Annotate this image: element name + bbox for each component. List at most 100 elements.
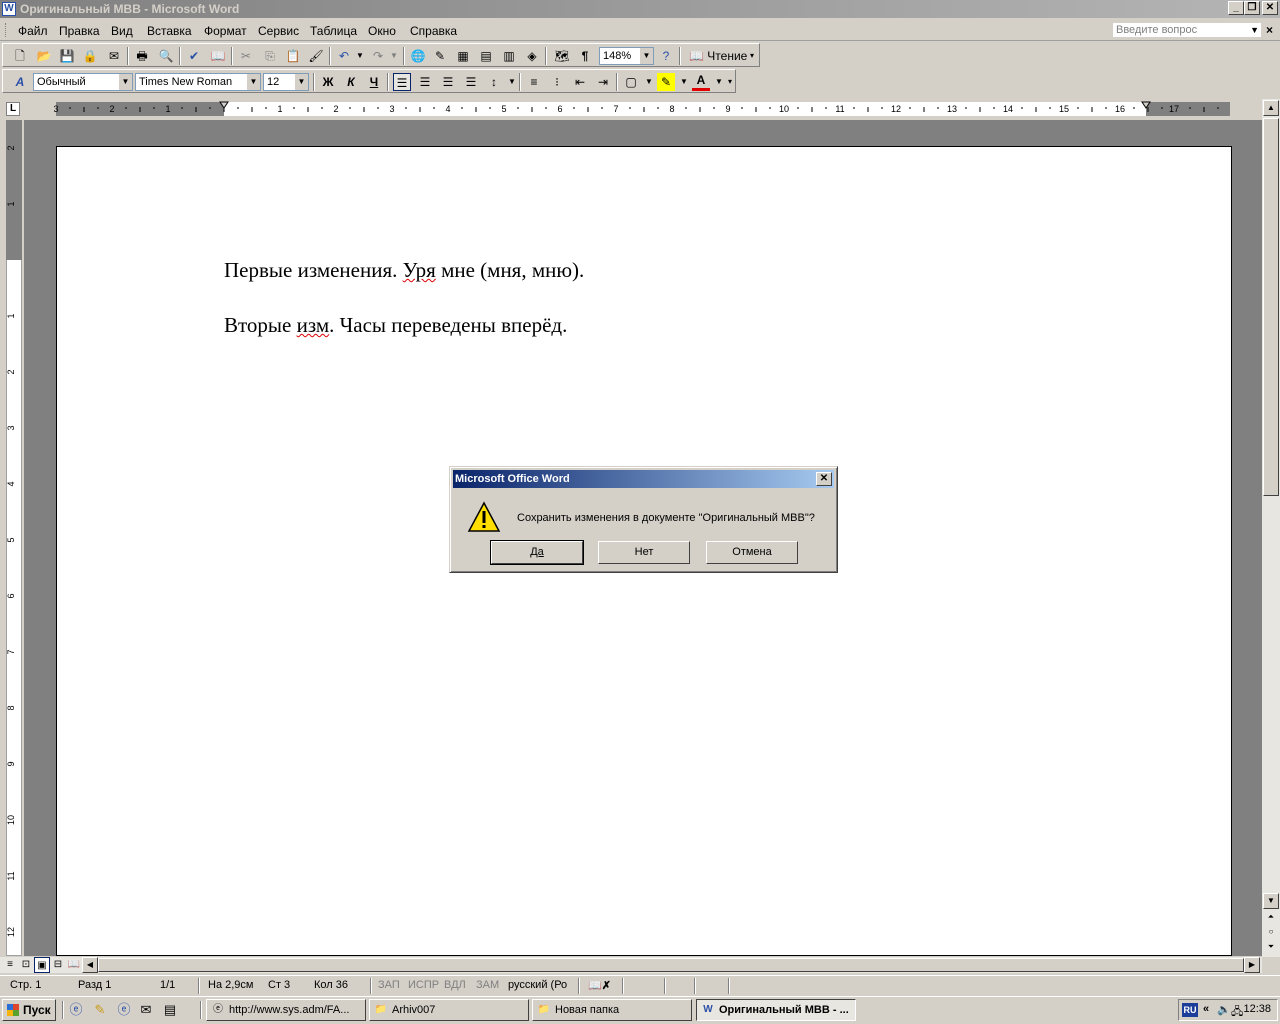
tables-borders-icon[interactable]: ✎: [431, 47, 449, 65]
status-overtype[interactable]: ЗАМ: [476, 979, 499, 991]
styles-icon[interactable]: A: [11, 73, 29, 91]
bullets-icon[interactable]: ⁝: [548, 73, 566, 91]
insert-excel-icon[interactable]: ▤: [477, 47, 495, 65]
style-select[interactable]: Обычный ▼: [33, 73, 133, 91]
web-layout-icon[interactable]: ⊡: [18, 957, 34, 973]
menu-window[interactable]: Окно: [368, 24, 396, 38]
scroll-up-button[interactable]: ▲: [1263, 100, 1279, 116]
network-icon[interactable]: 🖧: [1231, 1003, 1243, 1022]
vertical-scroll-thumb[interactable]: [1263, 118, 1279, 496]
language-indicator[interactable]: RU: [1182, 1003, 1198, 1017]
line-spacing-icon[interactable]: ↕: [485, 73, 503, 91]
status-track-changes[interactable]: ИСПР: [408, 979, 439, 991]
chevron-down-icon[interactable]: ▼: [247, 74, 260, 90]
toolbar-options-icon[interactable]: ▾: [747, 47, 757, 65]
document-paragraph-2[interactable]: Вторые изм. Часы переведены вперёд.: [224, 313, 567, 338]
no-button[interactable]: Нет: [598, 541, 690, 564]
research-icon[interactable]: 📖: [209, 47, 227, 65]
bold-button[interactable]: Ж: [319, 73, 337, 91]
cut-icon[interactable]: ✂: [237, 47, 255, 65]
menu-format[interactable]: Формат: [204, 24, 247, 38]
font-size-select[interactable]: 12 ▼: [263, 73, 309, 91]
email-icon[interactable]: ✉: [105, 47, 123, 65]
print-icon[interactable]: 🖶: [133, 47, 151, 65]
taskbar-item-browser[interactable]: ⓔ http://www.sys.adm/FA...: [206, 999, 366, 1021]
misspelled-word[interactable]: изм: [297, 313, 330, 337]
borders-icon[interactable]: ▢: [622, 73, 640, 91]
paste-icon[interactable]: 📋: [284, 47, 302, 65]
menu-view[interactable]: Вид: [111, 24, 133, 38]
dialog-title-bar[interactable]: Microsoft Office Word ✕: [453, 470, 834, 488]
insert-table-icon[interactable]: ▦: [454, 47, 472, 65]
open-folder-icon[interactable]: 📂: [35, 47, 53, 65]
menu-insert[interactable]: Вставка: [147, 24, 192, 38]
save-icon[interactable]: 💾: [58, 47, 76, 65]
pilcrow-icon[interactable]: ¶: [576, 47, 594, 65]
document-map-icon[interactable]: 🗺: [553, 47, 571, 65]
yes-button[interactable]: Да: [490, 540, 584, 565]
drawing-icon[interactable]: ◈: [523, 47, 541, 65]
title-bar[interactable]: W Оригинальный МВВ - Microsoft Word _ ❐ …: [0, 0, 1280, 18]
next-page-icon[interactable]: ⏷: [1263, 940, 1279, 956]
normal-view-icon[interactable]: ≡: [2, 957, 18, 973]
chevron-down-icon[interactable]: ▼: [119, 74, 132, 90]
chevron-down-icon[interactable]: ▼: [675, 73, 693, 91]
highlight-icon[interactable]: ✎: [657, 73, 675, 91]
menu-file[interactable]: Файл: [18, 24, 48, 38]
status-extend[interactable]: ВДЛ: [444, 979, 466, 991]
tray-expand-icon[interactable]: «: [1203, 1003, 1209, 1015]
spelling-status-icon[interactable]: 📖✗: [588, 979, 611, 992]
align-left-icon[interactable]: ☰: [393, 73, 411, 91]
menu-tools[interactable]: Сервис: [258, 24, 299, 38]
close-button[interactable]: ✕: [1262, 1, 1278, 15]
document-paragraph-1[interactable]: Первые изменения. Уря мне (мня, мню).: [224, 258, 584, 283]
volume-icon[interactable]: 🔈: [1217, 1003, 1231, 1016]
help-icon[interactable]: ?: [657, 47, 675, 65]
outline-view-icon[interactable]: ⊟: [50, 957, 66, 973]
chevron-down-icon[interactable]: ▼: [640, 48, 653, 64]
align-right-icon[interactable]: ☰: [439, 73, 457, 91]
ie-quicklaunch-icon[interactable]: ⓔ: [68, 1002, 84, 1018]
permission-icon[interactable]: 🔒: [81, 47, 99, 65]
taskbar-item-new-folder[interactable]: 📁 Новая папка: [532, 999, 692, 1021]
browser-quicklaunch-icon[interactable]: ⓔ: [116, 1002, 132, 1018]
restore-button[interactable]: ❐: [1244, 1, 1260, 15]
word-icon[interactable]: W: [2, 2, 16, 16]
menu-help[interactable]: Справка: [410, 24, 457, 38]
taskbar-item-arhiv007[interactable]: 📁 Arhiv007: [369, 999, 529, 1021]
previous-page-icon[interactable]: ⏶: [1263, 910, 1279, 926]
chevron-down-icon[interactable]: ▼: [1250, 23, 1259, 37]
close-document-icon[interactable]: ×: [1266, 23, 1273, 37]
increase-indent-icon[interactable]: ⇥: [594, 73, 612, 91]
chevron-down-icon[interactable]: ▼: [351, 47, 369, 65]
underline-button[interactable]: Ч: [365, 73, 383, 91]
scroll-left-button[interactable]: ◀: [82, 957, 98, 973]
misspelled-word[interactable]: Уря: [403, 258, 436, 282]
start-button[interactable]: Пуск: [2, 999, 56, 1021]
zoom-select[interactable]: 148% ▼: [599, 47, 654, 65]
italic-button[interactable]: К: [342, 73, 360, 91]
clock[interactable]: 12:38: [1243, 1003, 1271, 1015]
new-document-icon[interactable]: 🗋: [11, 47, 29, 65]
copy-icon[interactable]: ⎘: [261, 47, 279, 65]
print-layout-icon[interactable]: ▣: [34, 957, 50, 973]
dialog-close-button[interactable]: ✕: [816, 472, 832, 486]
minimize-button[interactable]: _: [1228, 1, 1244, 15]
hyperlink-icon[interactable]: 🌐: [409, 47, 427, 65]
chevron-down-icon[interactable]: ▼: [640, 73, 658, 91]
decrease-indent-icon[interactable]: ⇤: [571, 73, 589, 91]
reading-layout-icon[interactable]: 📖: [66, 957, 82, 973]
scroll-right-button[interactable]: ▶: [1244, 957, 1260, 973]
indent-marker[interactable]: [219, 101, 229, 109]
justify-icon[interactable]: ☰: [462, 73, 480, 91]
horizontal-scroll-thumb[interactable]: [98, 958, 1244, 972]
outlook-quicklaunch-icon[interactable]: ✉: [138, 1002, 154, 1018]
cancel-button[interactable]: Отмена: [706, 541, 798, 564]
numbering-icon[interactable]: ≡: [525, 73, 543, 91]
scroll-down-button[interactable]: ▼: [1263, 893, 1279, 909]
toolbar-options-icon[interactable]: ▾: [725, 73, 735, 91]
menu-edit[interactable]: Правка: [59, 24, 100, 38]
chevron-down-icon[interactable]: ▼: [295, 74, 308, 90]
font-color-icon[interactable]: A: [692, 73, 710, 91]
calculator-quicklaunch-icon[interactable]: ▤: [162, 1002, 178, 1018]
